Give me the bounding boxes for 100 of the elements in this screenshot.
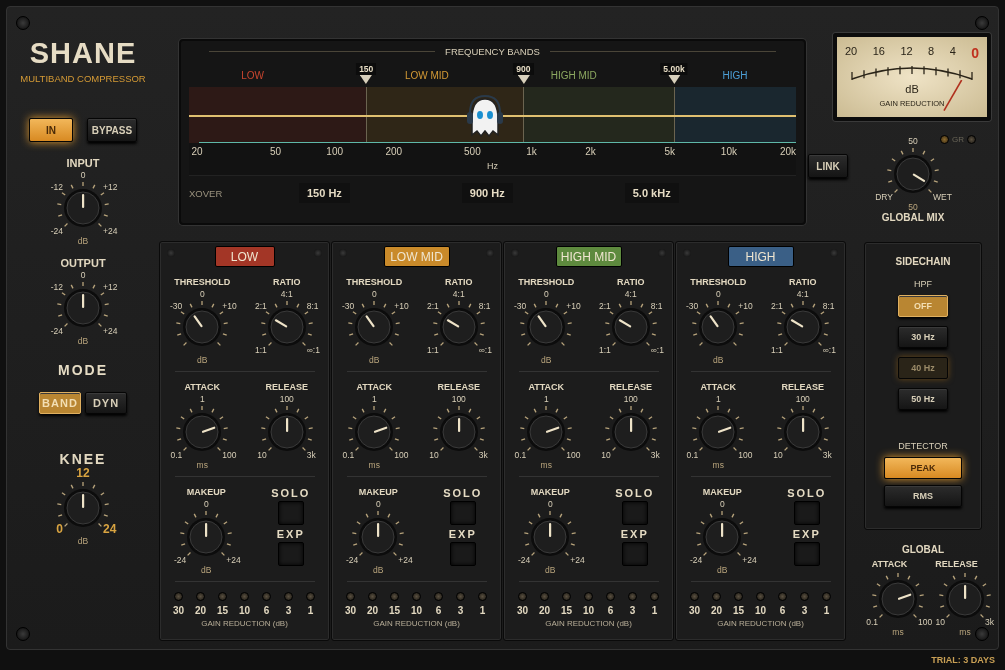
led-icon (174, 592, 183, 601)
scale-label: 8:1 (822, 301, 835, 311)
scale-label: -24 (173, 555, 187, 565)
scale-label: 100 (738, 450, 753, 460)
band-tab[interactable]: LOW (214, 246, 275, 267)
solo-toggle[interactable] (277, 501, 304, 525)
led-icon (284, 592, 293, 601)
scale-label: ∞:1 (822, 345, 836, 355)
scale-label: 4:1 (452, 289, 465, 299)
scale-label: 0.1 (342, 450, 355, 460)
screw-icon (486, 249, 494, 257)
in-button[interactable]: IN (29, 118, 73, 142)
led-icon (262, 592, 271, 601)
detector-button[interactable]: PEAK (884, 457, 962, 479)
knob-label: THRESHOLD (174, 277, 231, 288)
axis-label: 200 (385, 146, 403, 157)
scale-label: 1:1 (770, 345, 783, 355)
scale-label: 0 (80, 170, 86, 180)
led-icon (734, 592, 743, 601)
axis-unit: Hz (487, 161, 498, 173)
solo-toggle[interactable] (621, 501, 648, 525)
gr-label: GR (952, 135, 964, 144)
trial-notice: TRIAL: 3 DAYS (931, 655, 995, 665)
led-icon (456, 592, 465, 601)
scale-label: ms (196, 460, 208, 470)
scale-label: 4:1 (280, 289, 293, 299)
crossover-value[interactable]: 150 Hz (299, 183, 350, 203)
exp-toggle[interactable] (277, 542, 304, 566)
led-icon (690, 592, 699, 601)
led-scale-label: 30 (688, 605, 701, 616)
led-scale-label: 3 (801, 605, 808, 616)
detector-button[interactable]: RMS (884, 485, 962, 507)
knob-label: THRESHOLD (690, 277, 747, 288)
gain-reduction-label: GAIN REDUCTION (dB) (717, 619, 804, 628)
scale-label: +24 (742, 555, 757, 565)
solo-toggle[interactable] (449, 501, 476, 525)
axis-label: 20 (191, 146, 203, 157)
scale-label: 100 (918, 617, 933, 627)
solo-label: SOLO (615, 487, 655, 500)
mode-label: MODE (58, 362, 108, 378)
led-icon (196, 592, 205, 601)
bypass-button[interactable]: BYPASS (87, 118, 137, 142)
band-tab[interactable]: HIGH (727, 246, 794, 267)
hpf-button[interactable]: 30 Hz (898, 326, 948, 348)
led-scale-label: 1 (307, 605, 314, 616)
axis-label: 5k (664, 146, 676, 157)
led-icon (778, 592, 787, 601)
led-icon (368, 592, 377, 601)
scale-label: 3k (822, 450, 832, 460)
exp-label: EXP (620, 528, 649, 541)
scale-label: -24 (50, 326, 63, 336)
screw-icon (830, 249, 838, 257)
link-button[interactable]: LINK (808, 154, 848, 178)
led-scale-label: 6 (435, 605, 442, 616)
scale-label: 0 (547, 499, 553, 509)
exp-toggle[interactable] (621, 542, 648, 566)
led-icon (712, 592, 721, 601)
scale-label: 12 (76, 466, 90, 480)
scale-label: -24 (345, 555, 359, 565)
led-scale-label: 10 (410, 605, 423, 616)
scale-label: +24 (103, 326, 118, 336)
axis-label: 1k (526, 146, 537, 157)
scale-label: dB (717, 565, 728, 575)
scale-label: 50 (908, 202, 918, 212)
axis-label: 20k (779, 146, 797, 157)
scale-label: 0 (56, 522, 63, 536)
hpf-label: HPF (914, 279, 932, 289)
screw-icon (975, 627, 989, 641)
solo-toggle[interactable] (793, 501, 820, 525)
scale-label: ms (540, 460, 552, 470)
scale-label: ∞:1 (478, 345, 492, 355)
scale-label: 0.1 (686, 450, 699, 460)
scale-label: 10 (429, 450, 439, 460)
led-scale-label: 15 (560, 605, 573, 616)
led-scale-label: 20 (194, 605, 207, 616)
scale-label: 1:1 (598, 345, 611, 355)
scale-label: WET (933, 192, 952, 202)
crossover-value[interactable]: 5.0 kHz (624, 183, 679, 203)
scale-label: +12 (103, 282, 118, 292)
gain-reduction-label: GAIN REDUCTION (dB) (545, 619, 632, 628)
scale-label: 1 (543, 394, 549, 404)
exp-toggle[interactable] (793, 542, 820, 566)
scale-label: -12 (50, 282, 63, 292)
led-icon (218, 592, 227, 601)
led-scale-label: 10 (582, 605, 595, 616)
hpf-button[interactable]: 50 Hz (898, 388, 948, 410)
scale-label: 4:1 (624, 289, 637, 299)
knob-label: OUTPUT (60, 258, 106, 269)
gain-reduction-label: GAIN REDUCTION (dB) (373, 619, 460, 628)
knob-label: RATIO (617, 277, 645, 288)
knob-label: RELEASE (437, 382, 480, 393)
exp-toggle[interactable] (449, 542, 476, 566)
knob-label: MAKEUP (702, 487, 742, 498)
crossover-value[interactable]: 900 Hz (461, 183, 513, 203)
led-scale-label: 15 (388, 605, 401, 616)
knob-label: ATTACK (528, 382, 565, 393)
scale-label: 8:1 (306, 301, 319, 311)
global-title: GLOBAL (901, 544, 945, 555)
led-icon (584, 592, 593, 601)
mode-button[interactable]: DYN (85, 392, 127, 414)
